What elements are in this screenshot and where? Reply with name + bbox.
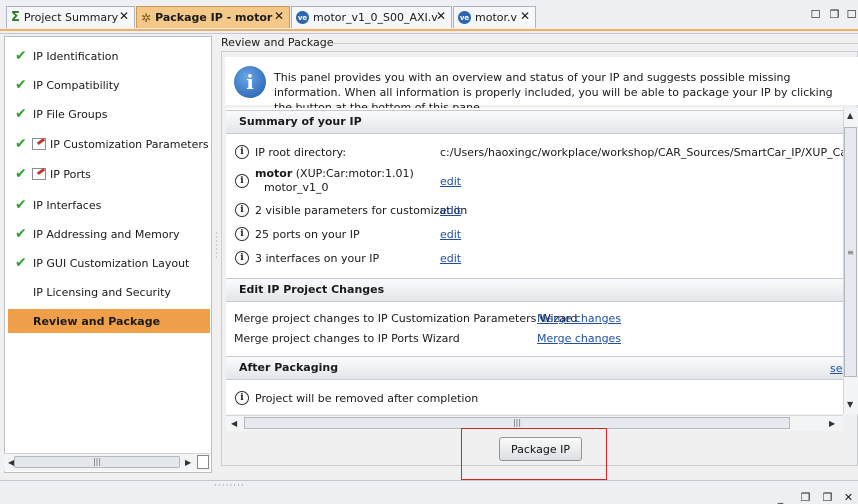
merge-ports-link[interactable]: Merge changes xyxy=(537,332,621,345)
sigma-icon: Σ xyxy=(11,10,20,25)
info-icon: i xyxy=(235,251,249,265)
info-icon: i xyxy=(235,145,249,159)
settings-link[interactable]: se xyxy=(830,362,843,375)
check-icon: ✔ xyxy=(15,136,27,152)
close-icon[interactable]: ✕ xyxy=(843,492,854,503)
step-label: IP GUI Customization Layout xyxy=(33,256,190,270)
restore-icon[interactable]: ❐ xyxy=(822,492,833,503)
splitter-handle[interactable]: ········ xyxy=(214,481,245,491)
tab-motor-v[interactable]: ve motor.v ✕ xyxy=(453,6,536,28)
minimize-icon[interactable]: _ xyxy=(775,492,786,503)
info-icon: i xyxy=(235,227,249,241)
maximize-icon[interactable]: ☐ xyxy=(846,9,857,20)
section-divider xyxy=(330,43,858,44)
splitter-handle[interactable]: · · · · · · · xyxy=(215,230,219,272)
step-label: IP Interfaces xyxy=(33,198,102,212)
edit-interfaces-link[interactable]: edit xyxy=(440,252,461,265)
bottom-panel-bar: ········ _ ❐ ❐ ✕ xyxy=(0,480,858,503)
tab-label: Project Summary xyxy=(23,11,119,24)
ip-vlnv: (XUP:Car:motor:1.01) xyxy=(292,167,414,180)
check-icon: ✔ xyxy=(15,226,27,242)
section-title: Review and Package xyxy=(221,36,334,49)
after-packaging-note: Project will be removed after completion xyxy=(255,392,479,405)
merge-ports-text: Merge project changes to IP Ports Wizard xyxy=(234,332,460,345)
step-ip-ports[interactable]: ✔ IP Ports xyxy=(5,162,211,186)
step-ip-customization-parameters[interactable]: ✔ IP Customization Parameters xyxy=(5,132,211,156)
step-label: IP File Groups xyxy=(33,107,108,121)
summary-header: Summary of your IP xyxy=(226,110,843,134)
steps-panel: ✔ IP Identification ✔ IP Compatibility ✔… xyxy=(4,36,212,473)
step-ip-addressing-memory[interactable]: ✔ IP Addressing and Memory xyxy=(5,222,211,246)
interfaces-summary: 3 interfaces on your IP xyxy=(255,252,380,265)
step-label: Review and Package xyxy=(33,314,161,328)
scroll-thumb[interactable]: ||| xyxy=(14,456,180,468)
tab-label: Package IP - motor xyxy=(155,11,273,24)
step-ip-identification[interactable]: ✔ IP Identification xyxy=(5,44,211,68)
close-icon[interactable]: ✕ xyxy=(119,9,129,23)
ip-root-label: IP root directory: xyxy=(255,146,347,159)
verilog-file-icon: ve xyxy=(458,11,471,24)
ip-display-name: motor_v1_0 xyxy=(264,181,329,194)
merge-params-text: Merge project changes to IP Customizatio… xyxy=(234,312,578,325)
close-icon[interactable]: ✕ xyxy=(520,9,530,23)
ports-summary: 25 ports on your IP xyxy=(255,228,360,241)
ip-name: motor xyxy=(255,167,293,180)
step-label: IP Identification xyxy=(33,49,119,63)
after-packaging-header: After Packaging xyxy=(226,356,843,380)
step-ip-licensing[interactable]: IP Licensing and Security xyxy=(5,280,211,304)
check-icon: ✔ xyxy=(15,197,27,213)
verilog-file-icon: ve xyxy=(296,11,309,24)
edited-pencil-icon xyxy=(32,138,46,150)
tab-label: motor.v xyxy=(475,11,518,24)
step-ip-gui-layout[interactable]: ✔ IP GUI Customization Layout xyxy=(5,251,211,275)
scroll-left-icon[interactable]: ◀ xyxy=(231,419,237,428)
scroll-right-icon[interactable]: ▶ xyxy=(185,458,191,467)
params-summary: 2 visible parameters for customization xyxy=(255,204,468,217)
info-icon: i xyxy=(235,391,249,405)
step-label: IP Customization Parameters xyxy=(50,137,209,151)
tab-accent-line xyxy=(0,29,858,31)
info-icon: i xyxy=(234,66,266,98)
tab-project-summary[interactable]: Σ Project Summary ✕ xyxy=(6,6,135,28)
check-icon: ✔ xyxy=(15,77,27,93)
minimize-icon[interactable]: ☐ xyxy=(810,9,821,20)
restore-icon[interactable]: ❐ xyxy=(800,492,811,503)
scroll-right-icon[interactable]: ▶ xyxy=(829,419,835,428)
scroll-up-icon[interactable]: ▲ xyxy=(847,111,853,120)
step-ip-interfaces[interactable]: ✔ IP Interfaces xyxy=(5,193,211,217)
edit-ports-link[interactable]: edit xyxy=(440,228,461,241)
edited-pencil-icon xyxy=(32,168,46,180)
step-ip-file-groups[interactable]: ✔ IP File Groups xyxy=(5,102,211,126)
check-icon: ✔ xyxy=(15,255,27,271)
ip-root-value: c:/Users/haoxingc/workplace/workshop/CAR… xyxy=(440,146,843,159)
tab-motor-axi-v[interactable]: ve motor_v1_0_S00_AXI.v ✕ xyxy=(291,6,452,28)
ip-identity: motor (XUP:Car:motor:1.01) xyxy=(255,167,414,180)
restore-icon[interactable]: ❐ xyxy=(829,9,840,20)
check-icon: ✔ xyxy=(15,48,27,64)
info-icon: i xyxy=(235,203,249,217)
step-ip-compatibility[interactable]: ✔ IP Compatibility xyxy=(5,73,211,97)
scroll-thumb[interactable]: ≡ xyxy=(844,127,857,377)
step-label: IP Addressing and Memory xyxy=(33,227,180,241)
edit-identification-link[interactable]: edit xyxy=(440,175,461,188)
step-label: IP Ports xyxy=(50,167,91,181)
highlight-box xyxy=(461,428,607,480)
step-label: IP Licensing and Security xyxy=(33,285,171,299)
check-icon: ✔ xyxy=(15,106,27,122)
step-label: IP Compatibility xyxy=(33,78,120,92)
check-icon: ✔ xyxy=(15,166,27,182)
close-icon[interactable]: ✕ xyxy=(436,9,446,23)
tab-package-ip[interactable]: ✲ Package IP - motor ✕ xyxy=(136,6,290,28)
scroll-down-icon[interactable]: ▼ xyxy=(847,400,853,409)
project-changes-header: Edit IP Project Changes xyxy=(226,278,843,302)
step-review-and-package[interactable]: Review and Package xyxy=(8,309,210,333)
tab-label: motor_v1_0_S00_AXI.v xyxy=(313,11,438,24)
package-ip-icon: ✲ xyxy=(141,10,152,25)
merge-params-link[interactable]: Merge changes xyxy=(537,312,621,325)
edit-parameters-link[interactable]: edit xyxy=(440,204,461,217)
info-icon: i xyxy=(235,174,249,188)
close-icon[interactable]: ✕ xyxy=(274,9,284,23)
corner-icon[interactable] xyxy=(197,455,209,469)
